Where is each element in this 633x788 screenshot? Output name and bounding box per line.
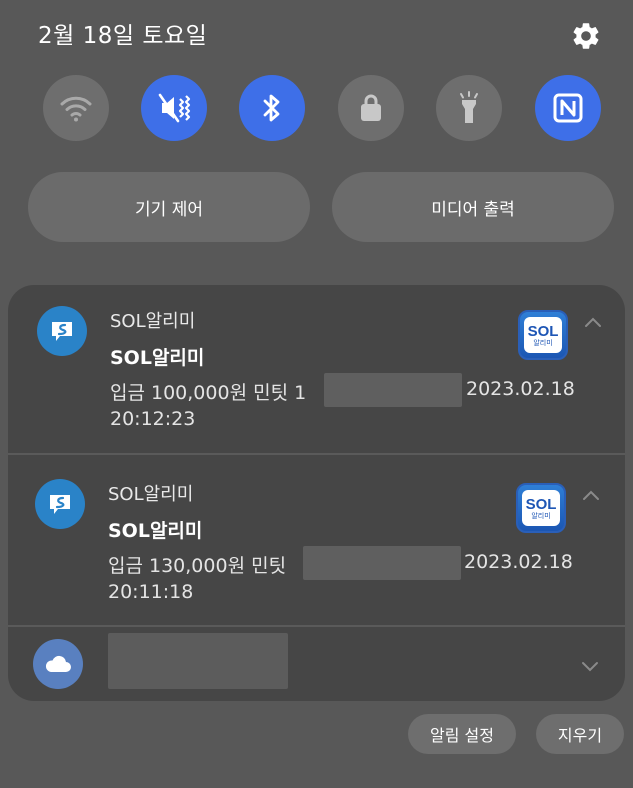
device-control-label: 기기 제어: [135, 199, 203, 220]
notification-date: 2023.02.18: [464, 551, 573, 573]
notification-settings-button[interactable]: 알림 설정: [408, 714, 516, 754]
notification-title: SOL알리미: [110, 347, 205, 369]
sol-app-icon: [35, 479, 85, 529]
bluetooth-icon: [263, 94, 280, 122]
chevron-up-icon[interactable]: [581, 488, 601, 502]
notification-settings-label: 알림 설정: [430, 726, 494, 745]
notification-date: 2023.02.18: [466, 378, 575, 400]
clear-label: 지우기: [557, 726, 603, 745]
status-header: 2월 18일 토요일: [0, 0, 633, 64]
sol-logo-icon: SOL 알리미: [516, 483, 566, 533]
bluetooth-toggle[interactable]: [239, 75, 305, 141]
notification-app-name: SOL알리미: [110, 311, 196, 332]
logo-sub-text: 알리미: [533, 338, 553, 347]
redacted-region: [324, 373, 462, 407]
cloud-app-icon: [33, 639, 83, 689]
notification-time: 20:12:23: [110, 408, 196, 430]
mute-toggle[interactable]: [141, 75, 207, 141]
logo-main-text: SOL: [527, 322, 559, 340]
notification-card[interactable]: SOL알리미 SOL알리미 입금 130,000원 민팃 2023.02.18 …: [8, 455, 625, 625]
wifi-icon: [60, 96, 92, 122]
device-control-button[interactable]: 기기 제어: [28, 172, 310, 242]
sol-app-icon: [37, 306, 87, 356]
settings-gear-icon[interactable]: [570, 20, 602, 52]
redacted-region: [108, 633, 288, 689]
lock-icon: [361, 94, 381, 121]
clear-button[interactable]: 지우기: [536, 714, 624, 754]
chevron-down-icon[interactable]: [580, 660, 600, 674]
date-label: 2월 18일 토요일: [38, 23, 208, 49]
quick-settings-row: [0, 75, 633, 145]
notification-body: 입금 100,000원 민팃 1: [110, 382, 307, 404]
notification-title: SOL알리미: [108, 520, 203, 542]
media-output-button[interactable]: 미디어 출력: [332, 172, 614, 242]
notification-card[interactable]: SOL알리미 SOL알리미 입금 100,000원 민팃 1 2023.02.1…: [8, 285, 625, 453]
notification-card[interactable]: [8, 627, 625, 701]
flashlight-toggle[interactable]: [436, 75, 502, 141]
mute-vibrate-icon: [158, 93, 191, 123]
logo-main-text: SOL: [525, 495, 557, 513]
wifi-toggle[interactable]: [43, 75, 109, 141]
flashlight-icon: [460, 91, 478, 123]
chevron-up-icon[interactable]: [583, 315, 603, 329]
logo-sub-text: 알리미: [531, 511, 551, 520]
notification-panel: SOL알리미 SOL알리미 입금 100,000원 민팃 1 2023.02.1…: [8, 285, 625, 701]
nfc-toggle[interactable]: [535, 75, 601, 141]
sol-logo-icon: SOL 알리미: [518, 310, 568, 360]
nfc-icon: [553, 93, 583, 123]
media-output-label: 미디어 출력: [431, 199, 515, 220]
notification-time: 20:11:18: [108, 581, 194, 603]
notification-body: 입금 130,000원 민팃: [108, 555, 287, 577]
notification-app-name: SOL알리미: [108, 484, 194, 505]
redacted-region: [303, 546, 461, 580]
screen-lock-toggle[interactable]: [338, 75, 404, 141]
